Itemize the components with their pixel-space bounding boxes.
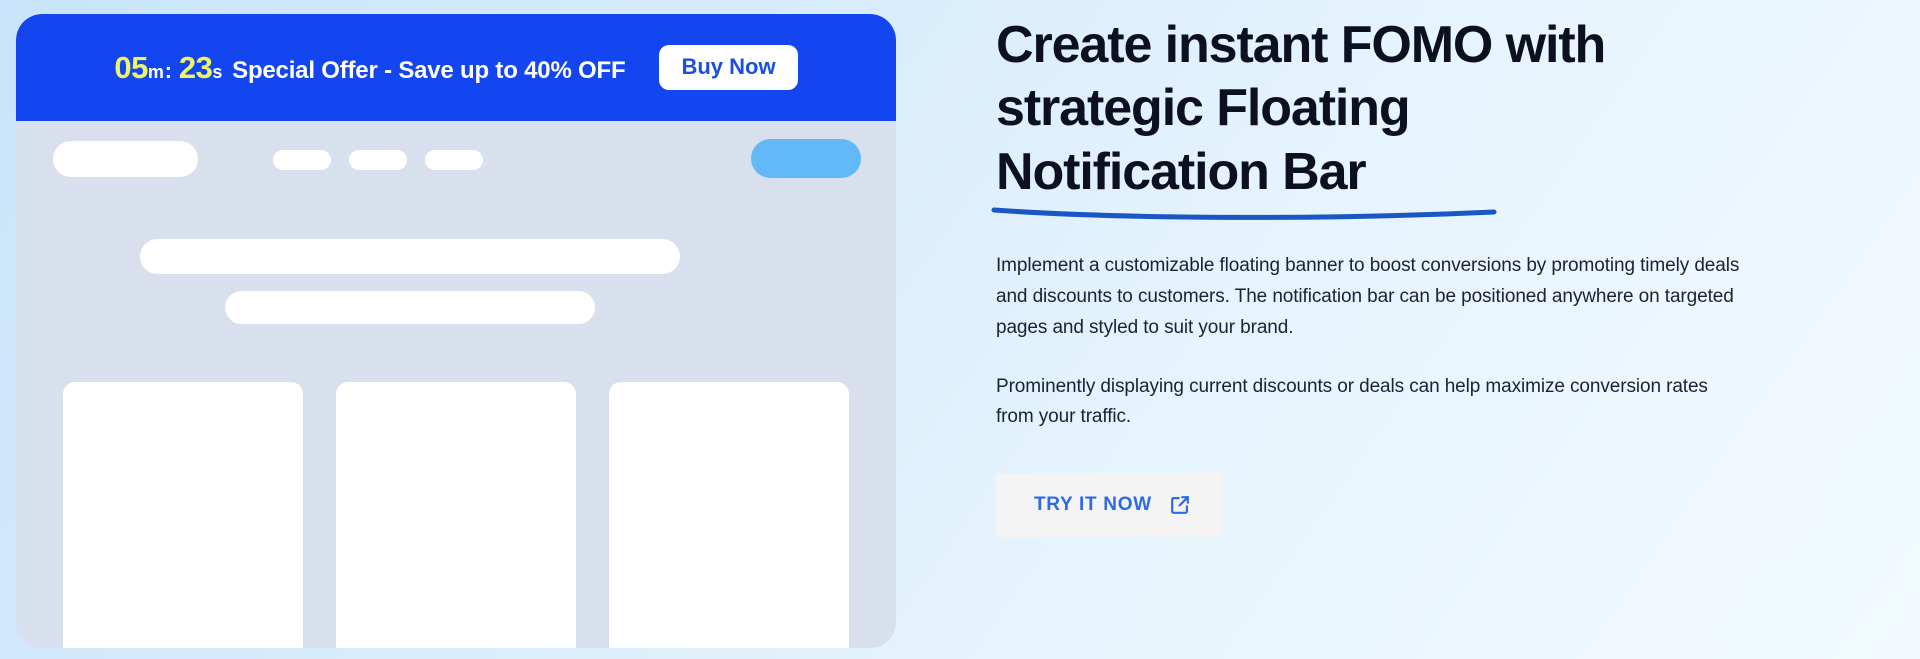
mock-nav-links	[273, 150, 483, 170]
mock-hero-heading-placeholder	[140, 239, 680, 274]
notification-message-group: 05 m:23 s Special Offer - Save up to 40% O…	[114, 50, 625, 86]
description-block: Implement a customizable floating banner…	[996, 251, 1741, 433]
mock-hero-subheading-placeholder	[225, 291, 595, 324]
mockup-column: 05 m:23 s Special Offer - Save up to 40% O…	[0, 0, 912, 659]
headline-line-1: Create instant FOMO with	[996, 16, 1606, 74]
headline-line-3-wrap: Notification Bar	[991, 141, 1497, 221]
external-link-icon	[1169, 494, 1191, 516]
cta-row: TRY IT NOW	[996, 473, 1880, 538]
description-paragraph-2: Prominently displaying current discounts…	[996, 375, 1708, 428]
notification-offer-text: Special Offer - Save up to 40% OFF	[232, 56, 626, 84]
countdown-minutes: 05	[114, 49, 148, 85]
mock-logo-placeholder	[53, 141, 198, 177]
description-paragraph-1: Implement a customizable floating banner…	[996, 255, 1740, 338]
mock-card-row	[63, 382, 849, 648]
mock-card-2	[336, 382, 576, 648]
mock-nav-link-2	[349, 150, 407, 170]
feature-section: 05 m:23 s Special Offer - Save up to 40% O…	[0, 0, 1920, 659]
countdown-separator: :	[164, 57, 172, 83]
try-it-now-button[interactable]: TRY IT NOW	[996, 473, 1221, 538]
countdown-minutes-unit: m	[147, 61, 164, 82]
notification-bar-content: 05 m:23 s Special Offer - Save up to 40% O…	[114, 45, 798, 90]
copy-column: Create instant FOMO with strategic Float…	[912, 0, 1920, 659]
countdown-seconds-unit: s	[212, 61, 223, 82]
buy-now-button[interactable]: Buy Now	[659, 45, 798, 90]
page-title: Create instant FOMO with strategic Float…	[991, 14, 1796, 221]
mock-card-1	[63, 382, 303, 648]
countdown-timer: 05 m:23 s	[114, 50, 222, 86]
mock-nav-link-3	[425, 150, 483, 170]
try-it-now-label: TRY IT NOW	[1034, 494, 1152, 516]
headline-line-3: Notification Bar	[996, 142, 1367, 201]
mock-card-3	[609, 382, 849, 648]
mock-navbar	[16, 121, 896, 203]
website-preview-panel: 05 m:23 s Special Offer - Save up to 40% O…	[16, 14, 896, 648]
countdown-seconds: 23	[178, 49, 213, 85]
headline-underline-swash	[991, 207, 1497, 221]
floating-notification-bar: 05 m:23 s Special Offer - Save up to 40% O…	[16, 14, 896, 121]
mock-nav-link-1	[273, 150, 331, 170]
headline-line-2: strategic Floating	[996, 79, 1411, 138]
mock-nav-cta-placeholder	[751, 139, 861, 178]
